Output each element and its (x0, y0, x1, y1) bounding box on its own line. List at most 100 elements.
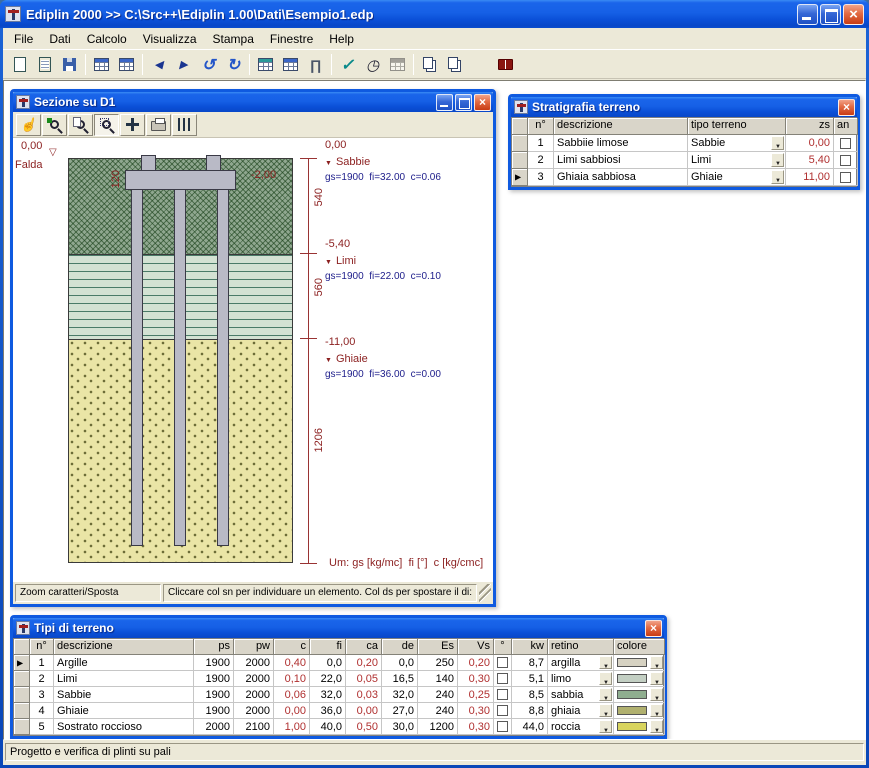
checkbox[interactable] (497, 673, 508, 684)
menu-calcolo[interactable]: Calcolo (79, 30, 135, 48)
cell-kw[interactable]: 8,8 (512, 703, 548, 719)
cell-tipo-terreno[interactable]: Ghiaie (688, 169, 786, 186)
cell-retino[interactable]: sabbia (548, 687, 614, 703)
menu-file[interactable]: File (6, 30, 41, 48)
cell-descrizione[interactable]: Argille (54, 655, 194, 671)
pali-grid-button[interactable] (114, 53, 139, 77)
cell-kw[interactable]: 8,5 (512, 687, 548, 703)
cell-descrizione[interactable]: Limi (54, 671, 194, 687)
checkbox[interactable] (497, 721, 508, 732)
grid-disabled-button[interactable] (385, 53, 410, 77)
cell-n[interactable]: 3 (528, 169, 554, 186)
copy-grid-button[interactable] (442, 53, 467, 77)
cell-fi[interactable]: 32,0 (310, 687, 346, 703)
cell-retino[interactable]: limo (548, 671, 614, 687)
rotate-left-button[interactable] (196, 53, 221, 77)
cell-kw[interactable]: 5,1 (512, 671, 548, 687)
row-selector-active[interactable] (14, 655, 30, 671)
cell-retino[interactable]: ghiaia (548, 703, 614, 719)
cell-ps[interactable]: 1900 (194, 687, 234, 703)
cell-c[interactable]: 0,06 (274, 687, 310, 703)
tipi-title-bar[interactable]: Tipi di terreno (13, 618, 664, 638)
minimize-button[interactable] (797, 4, 818, 25)
cell-de[interactable]: 32,0 (382, 687, 418, 703)
plinti-grid-button[interactable] (89, 53, 114, 77)
row-selector[interactable] (512, 135, 528, 152)
maximize-button[interactable] (820, 4, 841, 25)
move-button[interactable] (120, 114, 145, 136)
row-selector[interactable] (512, 152, 528, 169)
cell-es[interactable]: 240 (418, 687, 458, 703)
cell-es[interactable]: 140 (418, 671, 458, 687)
cell-colore[interactable] (614, 655, 665, 671)
cell-flag[interactable] (494, 687, 512, 703)
close-button[interactable] (838, 99, 855, 116)
cell-kw[interactable]: 8,7 (512, 655, 548, 671)
calc-check-button[interactable] (335, 53, 360, 77)
cell-ca[interactable]: 0,03 (346, 687, 382, 703)
zoom-window-button[interactable] (94, 114, 119, 136)
cell-es[interactable]: 1200 (418, 719, 458, 735)
cell-n[interactable]: 1 (528, 135, 554, 152)
cell-n[interactable]: 1 (30, 655, 54, 671)
row-selector[interactable] (14, 703, 30, 719)
cell-vs[interactable]: 0,20 (458, 655, 494, 671)
cell-retino[interactable]: argilla (548, 655, 614, 671)
cell-vs[interactable]: 0,30 (458, 671, 494, 687)
resize-grip[interactable] (479, 584, 491, 602)
cell-retino[interactable]: roccia (548, 719, 614, 735)
cell-es[interactable]: 240 (418, 703, 458, 719)
checkbox[interactable] (840, 138, 851, 149)
row-selector[interactable] (14, 719, 30, 735)
rotate-right-button[interactable] (221, 53, 246, 77)
dropdown-button[interactable] (771, 153, 784, 167)
cell-descrizione[interactable]: Ghiaie (54, 703, 194, 719)
menu-visualizza[interactable]: Visualizza (135, 30, 205, 48)
cell-ca[interactable]: 0,50 (346, 719, 382, 735)
cell-ps[interactable]: 2000 (194, 719, 234, 735)
cell-colore[interactable] (614, 687, 665, 703)
cell-c[interactable]: 1,00 (274, 719, 310, 735)
cell-ps[interactable]: 1900 (194, 671, 234, 687)
cell-colore[interactable] (614, 719, 665, 735)
cell-flag[interactable] (494, 655, 512, 671)
close-button[interactable] (645, 620, 662, 637)
dropdown-button[interactable] (650, 704, 663, 717)
table-columns-button[interactable] (278, 53, 303, 77)
checkbox[interactable] (497, 689, 508, 700)
zoom-previous-button[interactable] (68, 114, 93, 136)
cell-fi[interactable]: 0,0 (310, 655, 346, 671)
cell-pw[interactable]: 2000 (234, 703, 274, 719)
row-selector-active[interactable] (512, 169, 528, 186)
cell-fi[interactable]: 22,0 (310, 671, 346, 687)
cell-de[interactable]: 16,5 (382, 671, 418, 687)
dimension-style-button[interactable] (172, 114, 197, 136)
cell-kw[interactable]: 44,0 (512, 719, 548, 735)
cell-tipo-terreno[interactable]: Sabbie (688, 135, 786, 152)
cell-an[interactable] (834, 135, 858, 152)
menu-finestre[interactable]: Finestre (262, 30, 321, 48)
dropdown-button[interactable] (599, 688, 612, 701)
cell-colore[interactable] (614, 671, 665, 687)
next-record-button[interactable] (171, 53, 196, 77)
cell-vs[interactable]: 0,30 (458, 719, 494, 735)
dropdown-button[interactable] (599, 656, 612, 669)
cell-flag[interactable] (494, 719, 512, 735)
cell-pw[interactable]: 2000 (234, 671, 274, 687)
dropdown-button[interactable] (599, 720, 612, 733)
cell-vs[interactable]: 0,25 (458, 687, 494, 703)
close-button[interactable] (474, 94, 491, 111)
cell-descrizione[interactable]: Sabbie (54, 687, 194, 703)
cell-zs[interactable]: 0,00 (786, 135, 834, 152)
zoom-extents-button[interactable] (42, 114, 67, 136)
document-button[interactable] (32, 53, 57, 77)
title-bar[interactable]: Ediplin 2000 >> C:\Src++\Ediplin 1.00\Da… (0, 0, 869, 28)
cell-pw[interactable]: 2100 (234, 719, 274, 735)
cell-n[interactable]: 3 (30, 687, 54, 703)
checkbox[interactable] (840, 172, 851, 183)
cell-an[interactable] (834, 152, 858, 169)
dropdown-button[interactable] (771, 170, 784, 184)
cell-tipo-terreno[interactable]: Limi (688, 152, 786, 169)
cell-n[interactable]: 5 (30, 719, 54, 735)
dropdown-button[interactable] (650, 688, 663, 701)
